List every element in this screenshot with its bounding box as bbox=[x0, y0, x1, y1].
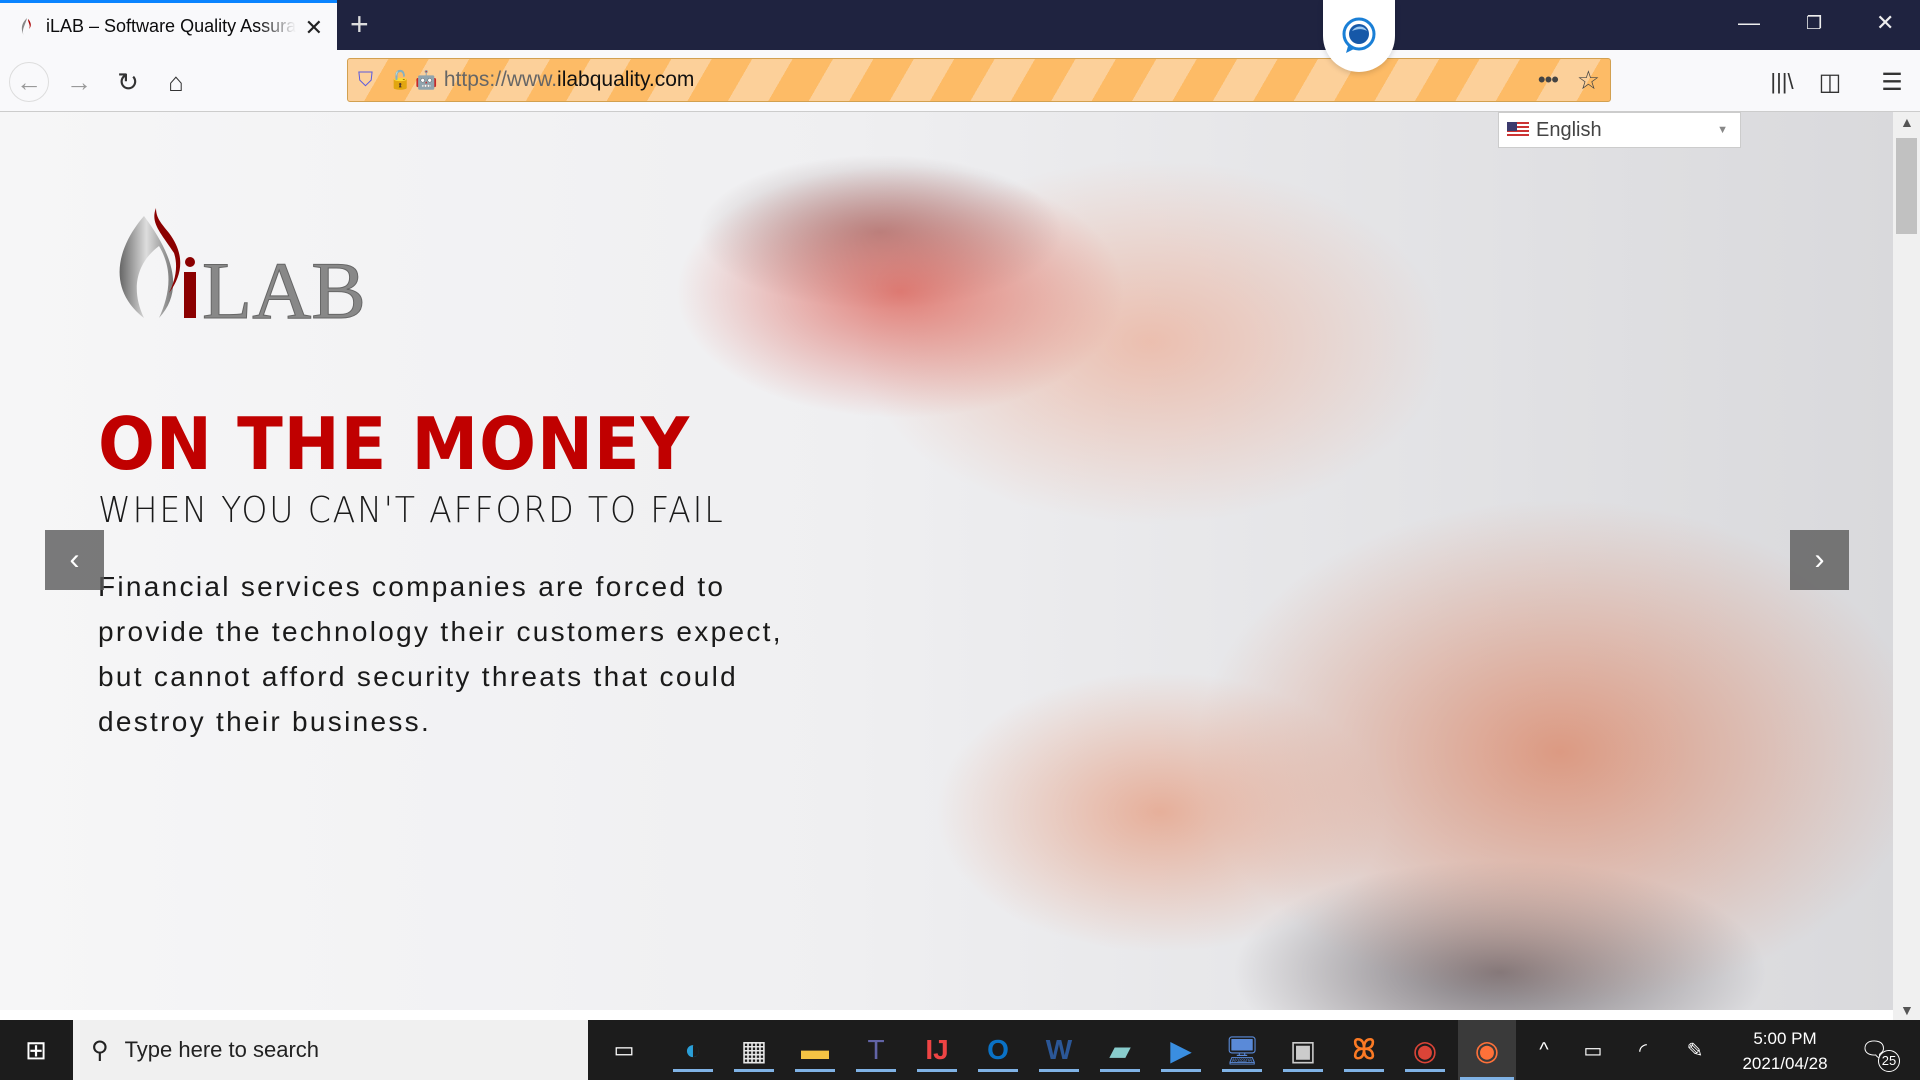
chevron-down-icon: ▼ bbox=[1717, 124, 1728, 136]
scroll-down-icon[interactable]: ▼ bbox=[1900, 1002, 1914, 1018]
teams-icon[interactable]: T bbox=[854, 1028, 898, 1072]
hero-slider: English ▼ LAB ON THE MONEY WHEN YOU CAN'… bbox=[0, 112, 1893, 1010]
hero-description: Financial services companies are forced … bbox=[98, 571, 783, 737]
slider-next-button[interactable]: › bbox=[1790, 530, 1849, 590]
svg-text:LAB: LAB bbox=[202, 245, 366, 326]
us-flag-icon bbox=[1507, 122, 1529, 138]
notification-count: 25 bbox=[1878, 1050, 1900, 1072]
insecure-lock-icon[interactable]: 🔓 bbox=[389, 70, 411, 91]
slider-prev-button[interactable]: ‹ bbox=[45, 530, 104, 590]
tracking-shield-icon[interactable]: ⛉ bbox=[358, 69, 373, 92]
url-text[interactable]: https://www.ilabquality.com bbox=[444, 68, 695, 92]
notification-center-icon[interactable]: 🗨 25 bbox=[1852, 1028, 1900, 1072]
taskbar-search-box[interactable]: ⚲ Type here to search bbox=[73, 1020, 588, 1080]
library-icon[interactable]: |||\ bbox=[1762, 62, 1802, 102]
clock-time: 5:00 PM bbox=[1753, 1029, 1817, 1048]
language-value: English bbox=[1536, 118, 1602, 141]
ilab-logo: LAB bbox=[119, 208, 367, 326]
minimize-icon[interactable]: — bbox=[1738, 10, 1760, 36]
battery-icon[interactable]: ▭ bbox=[1571, 1028, 1615, 1072]
page-actions-icon[interactable]: ••• bbox=[1538, 67, 1559, 93]
windows-start-icon[interactable]: ⊞ bbox=[14, 1028, 58, 1072]
remote-desktop-icon[interactable]: 🖥 bbox=[1220, 1028, 1264, 1072]
taskbar-clock[interactable]: 5:00 PM 2021/04/28 bbox=[1735, 1026, 1835, 1076]
back-icon[interactable]: ← bbox=[9, 62, 49, 102]
forward-icon[interactable]: → bbox=[59, 62, 99, 102]
scroll-up-icon[interactable]: ▲ bbox=[1900, 114, 1914, 130]
task-view-icon[interactable]: ▭ bbox=[602, 1028, 646, 1072]
scrollbar-thumb[interactable] bbox=[1896, 138, 1917, 234]
edge-icon[interactable]: ◐ bbox=[671, 1028, 715, 1072]
notepad-icon[interactable]: ▰ bbox=[1098, 1028, 1142, 1072]
sidebar-icon[interactable]: ◫ bbox=[1810, 62, 1850, 102]
firefox-icon[interactable]: ◉ bbox=[1458, 1020, 1516, 1080]
close-tab-icon[interactable]: ✕ bbox=[305, 15, 323, 41]
media-player-icon[interactable]: ▶ bbox=[1159, 1028, 1203, 1072]
hero-headline: ON THE MONEY bbox=[98, 402, 691, 486]
hero-subheadline: WHEN YOU CAN'T AFFORD TO FAIL bbox=[98, 490, 725, 531]
new-tab-icon[interactable]: + bbox=[350, 6, 369, 43]
tab-strip: iLAB – Software Quality Assurance ✕ + — … bbox=[0, 0, 1920, 72]
tab-title: iLAB – Software Quality Assurance bbox=[46, 16, 296, 36]
intellij-icon[interactable]: IJ bbox=[915, 1028, 959, 1072]
outlook-icon[interactable]: O bbox=[976, 1028, 1020, 1072]
menu-icon[interactable]: ☰ bbox=[1872, 62, 1912, 102]
pen-icon[interactable]: ✎ bbox=[1673, 1028, 1717, 1072]
robot-icon[interactable]: 🤖 bbox=[415, 70, 437, 91]
vertical-scrollbar[interactable]: ▲ ▼ bbox=[1893, 112, 1920, 1020]
chevron-left-icon: ‹ bbox=[69, 543, 80, 576]
extension-chat-icon[interactable] bbox=[1323, 0, 1395, 72]
language-select[interactable]: English ▼ bbox=[1498, 112, 1741, 148]
file-explorer-icon[interactable]: ▬ bbox=[793, 1028, 837, 1072]
wifi-icon[interactable]: ◜ bbox=[1621, 1028, 1665, 1072]
url-bar[interactable]: ⛉ 🔓 🤖 https://www.ilabquality.com ••• ☆ bbox=[347, 58, 1611, 102]
store-icon[interactable]: ▦ bbox=[732, 1028, 776, 1072]
tab-ilab[interactable]: iLAB – Software Quality Assurance ✕ bbox=[0, 0, 337, 50]
window-close-icon[interactable]: ✕ bbox=[1876, 10, 1894, 36]
show-hidden-icons-icon[interactable]: ^ bbox=[1522, 1028, 1566, 1072]
reload-icon[interactable]: ↻ bbox=[108, 62, 148, 102]
search-placeholder: Type here to search bbox=[124, 1037, 320, 1062]
search-icon: ⚲ bbox=[91, 1036, 109, 1064]
chrome-icon[interactable]: ◉ bbox=[1403, 1028, 1447, 1072]
chevron-right-icon: › bbox=[1814, 543, 1825, 576]
home-icon[interactable]: ⌂ bbox=[156, 62, 196, 102]
word-icon[interactable]: W bbox=[1037, 1028, 1081, 1072]
restore-icon[interactable]: ❐ bbox=[1806, 13, 1822, 34]
clock-date: 2021/04/28 bbox=[1742, 1054, 1828, 1073]
xampp-icon[interactable]: ꕤ bbox=[1342, 1028, 1386, 1072]
windows-taskbar: ⊞ ⚲ Type here to search ▭ ◐ ▦ ▬ T IJ O W… bbox=[0, 1020, 1920, 1080]
bookmark-star-icon[interactable]: ☆ bbox=[1577, 65, 1600, 96]
ilab-favicon-icon bbox=[21, 17, 31, 36]
terminal-icon[interactable]: ▣ bbox=[1281, 1028, 1325, 1072]
navigation-toolbar: ← → ↻ ⌂ ⛉ 🔓 🤖 https://www.ilabquality.co… bbox=[0, 50, 1920, 112]
